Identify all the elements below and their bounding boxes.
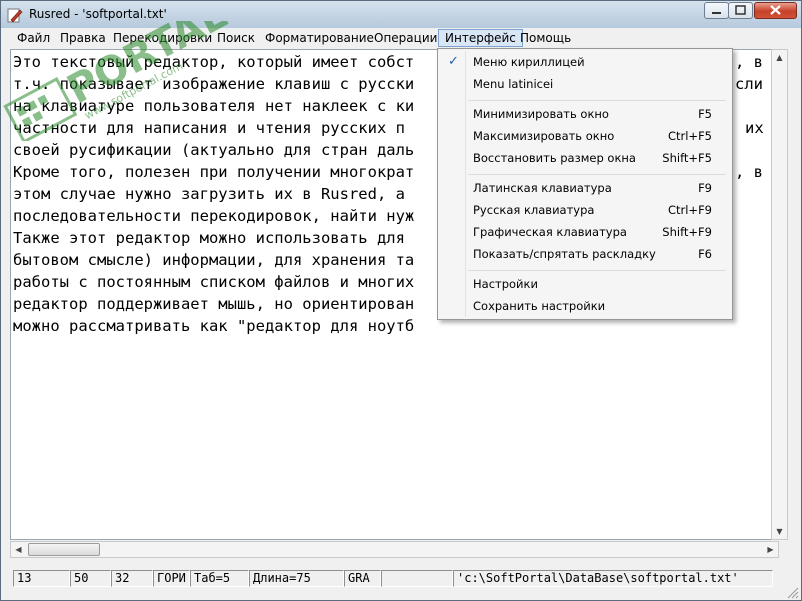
- vertical-scrollbar[interactable]: ▲ ▼: [771, 49, 788, 540]
- editor-line: можно рассматривать как "редактор для но…: [13, 317, 415, 335]
- editor-line: работы с постоянным списком файлов и мно…: [13, 273, 415, 291]
- menu-item-maximize[interactable]: Максимизировать окно Ctrl+F5: [440, 125, 730, 147]
- menu-item-cyrillic[interactable]: ✓ Меню кириллицей: [440, 51, 730, 73]
- title-bar[interactable]: Rusred - 'softportal.txt': [1, 1, 801, 28]
- horizontal-scrollbar[interactable]: ◀ ▶: [10, 541, 779, 558]
- menu-item-graphic-keyboard[interactable]: Графическая клавиатура Shift+F9: [440, 221, 730, 243]
- close-button[interactable]: [754, 2, 797, 19]
- editor-line-tail: их: [745, 119, 764, 137]
- editor-line-tail: , в: [735, 53, 763, 71]
- menu-recode[interactable]: Перекодировки: [107, 29, 218, 47]
- menu-item-toggle-layout[interactable]: Показать/спрятать раскладку F6: [440, 243, 730, 265]
- status-keyboard: GRA: [344, 570, 381, 587]
- status-length: Длина=75: [249, 570, 344, 587]
- menu-operations[interactable]: Операции: [368, 29, 443, 47]
- menu-separator: [468, 174, 726, 175]
- editor-line: частности для написания и чтения русских…: [13, 119, 405, 137]
- minimize-button[interactable]: [704, 2, 729, 19]
- maximize-button[interactable]: [728, 2, 753, 19]
- editor-line: на клавиатуре пользователя нет наклеек с…: [13, 97, 415, 115]
- editor-line: Это текстовый редактор, который имеет со…: [13, 53, 415, 71]
- editor-line: Кроме того, полезен при получении многок…: [13, 163, 415, 181]
- editor-line-tail: сли: [735, 75, 763, 93]
- horizontal-scroll-thumb[interactable]: [28, 543, 100, 556]
- menu-item-save-settings[interactable]: Сохранить настройки: [440, 295, 730, 317]
- menu-item-latin-keyboard[interactable]: Латинская клавиатура F9: [440, 177, 730, 199]
- editor-line: своей русификации (актуально для стран д…: [13, 141, 415, 159]
- menu-format[interactable]: Форматирование: [259, 29, 380, 47]
- status-char: 32: [111, 570, 153, 587]
- menu-bar: Файл Правка Перекодировки Поиск Форматир…: [1, 28, 801, 48]
- editor-line: т.ч. показывает изображение клавиш с рус…: [13, 75, 415, 93]
- minimize-icon: [712, 12, 721, 14]
- status-filepath: 'c:\SoftPortal\DataBase\softportal.txt': [453, 570, 773, 587]
- menu-file[interactable]: Файл: [11, 29, 56, 47]
- menu-item-settings[interactable]: Настройки: [440, 273, 730, 295]
- menu-separator: [468, 100, 726, 101]
- status-mode: ГОРИ: [153, 570, 190, 587]
- window-title: Rusred - 'softportal.txt': [29, 7, 167, 21]
- scroll-left-icon[interactable]: ◀: [11, 542, 26, 557]
- editor-line: Также этот редактор можно использовать д…: [13, 229, 405, 247]
- maximize-icon: [735, 5, 746, 15]
- menu-search[interactable]: Поиск: [211, 29, 261, 47]
- menu-item-restore[interactable]: Восстановить размер окна Shift+F5: [440, 147, 730, 169]
- menu-item-minimize[interactable]: Минимизировать окно F5: [440, 103, 730, 125]
- menu-help[interactable]: Помощь: [514, 29, 577, 47]
- menu-item-russian-keyboard[interactable]: Русская клавиатура Ctrl+F9: [440, 199, 730, 221]
- checkmark-icon: ✓: [448, 54, 459, 69]
- interface-dropdown-menu: ✓ Меню кириллицей Menu latinicei Минимиз…: [437, 48, 733, 320]
- editor-line: редактор поддерживает мышь, но ориентиро…: [13, 295, 415, 313]
- menu-edit[interactable]: Правка: [54, 29, 112, 47]
- app-icon: [7, 8, 23, 23]
- menu-interface[interactable]: Интерфейс: [438, 29, 523, 47]
- editor-line: последовательности перекодировок, найти …: [13, 207, 415, 225]
- menu-separator: [468, 270, 726, 271]
- editor-line: этом случае нужно загрузить их в Rusred,…: [13, 185, 405, 203]
- scroll-right-icon[interactable]: ▶: [763, 542, 778, 557]
- menu-item-latin[interactable]: Menu latinicei: [440, 73, 730, 95]
- status-line: 13: [13, 570, 70, 587]
- scroll-up-icon[interactable]: ▲: [772, 50, 787, 65]
- editor-line-tail: , в: [735, 163, 763, 181]
- status-tab: Таб=5: [190, 570, 249, 587]
- status-empty: [381, 570, 453, 587]
- resize-grip-icon[interactable]: [786, 586, 799, 599]
- status-column: 50: [70, 570, 111, 587]
- close-icon: [770, 5, 781, 15]
- status-bar: 13 50 32 ГОРИ Таб=5 Длина=75 GRA 'c:\Sof…: [10, 567, 790, 591]
- app-window: Rusred - 'softportal.txt' Файл Правка Пе…: [0, 0, 802, 601]
- editor-line: бытовом смысле) информации, для хранения…: [13, 251, 415, 269]
- scroll-down-icon[interactable]: ▼: [772, 524, 787, 539]
